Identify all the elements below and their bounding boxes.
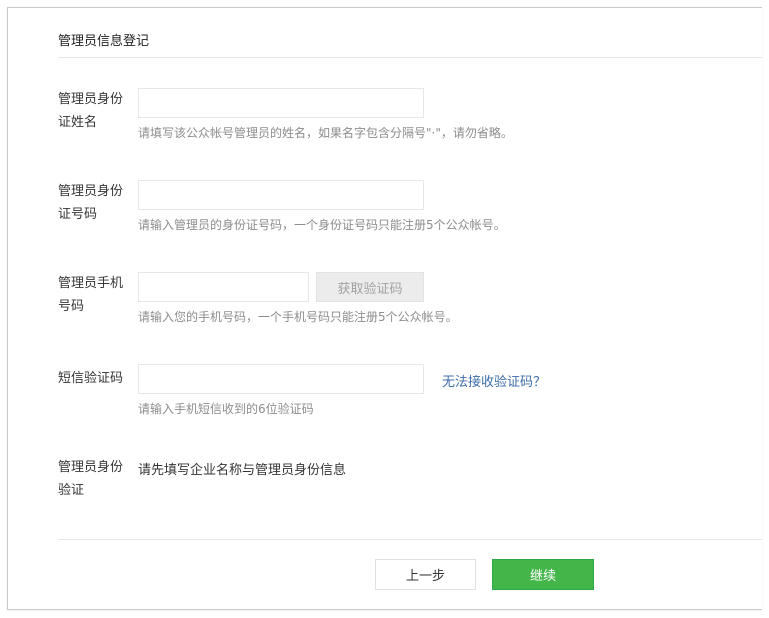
- section-divider: [58, 57, 762, 58]
- sms-code-input[interactable]: [138, 364, 424, 394]
- id-number-hint: 请输入管理员的身份证号码，一个身份证号码只能注册5个公众帐号。: [138, 218, 506, 232]
- sms-code-hint: 请输入手机短信收到的6位验证码: [138, 402, 314, 416]
- continue-button[interactable]: 继续: [492, 559, 594, 590]
- id-number-input[interactable]: [138, 180, 424, 210]
- phone-label: 管理员手机号码: [58, 276, 124, 314]
- id-number-label: 管理员身份证号码: [58, 184, 124, 222]
- footer-divider: [58, 539, 762, 540]
- admin-info-panel: 管理员信息登记 管理员身份证姓名 请填写该公众帐号管理员的姓名，如果名字包含分隔…: [7, 7, 762, 610]
- get-code-button[interactable]: 获取验证码: [316, 272, 424, 302]
- sms-code-label: 短信验证码: [58, 371, 124, 386]
- cannot-receive-code-link[interactable]: 无法接收验证码？: [442, 371, 546, 390]
- section-title: 管理员信息登记: [58, 34, 150, 49]
- id-name-input[interactable]: [138, 88, 424, 118]
- previous-step-button[interactable]: 上一步: [375, 559, 476, 590]
- id-name-label: 管理员身份证姓名: [58, 92, 124, 130]
- identity-verify-text: 请先填写企业名称与管理员身份信息: [138, 463, 347, 478]
- phone-input[interactable]: [138, 272, 309, 302]
- identity-verify-label: 管理员身份验证: [58, 460, 124, 498]
- id-name-hint: 请填写该公众帐号管理员的姓名，如果名字包含分隔号"·"，请勿省略。: [138, 126, 513, 140]
- phone-hint: 请输入您的手机号码，一个手机号码只能注册5个公众帐号。: [138, 310, 458, 324]
